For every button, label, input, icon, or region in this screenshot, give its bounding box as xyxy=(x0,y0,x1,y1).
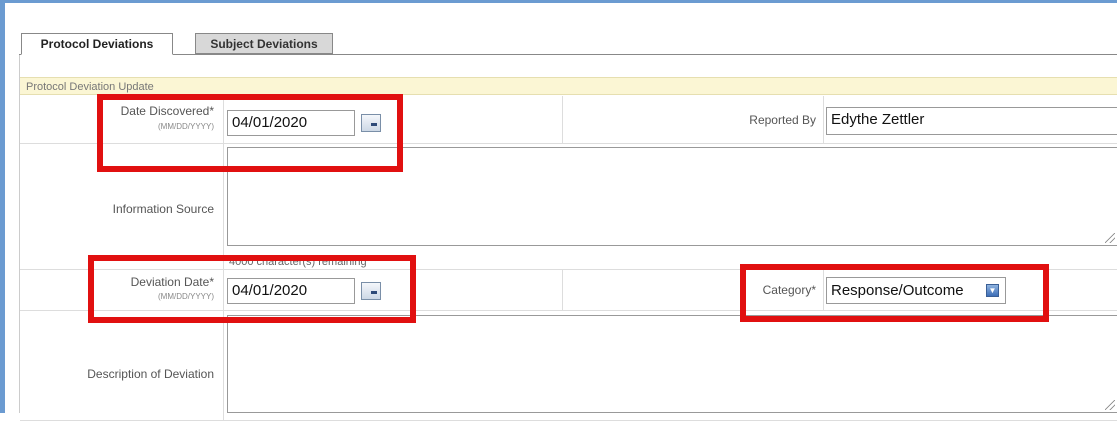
tab-protocol-deviations[interactable]: Protocol Deviations xyxy=(21,33,173,55)
highlight-box-deviation-date xyxy=(88,255,416,323)
divider xyxy=(562,96,563,143)
divider xyxy=(223,311,224,420)
window-frame-left xyxy=(0,0,5,413)
divider xyxy=(562,270,563,310)
information-source-label: Information Source xyxy=(112,202,214,216)
highlight-box-date-discovered xyxy=(97,94,403,172)
row-description: Description of Deviation xyxy=(20,311,1117,421)
reported-by-label: Reported By xyxy=(749,113,816,127)
divider xyxy=(823,96,824,143)
resize-grip-icon[interactable] xyxy=(1105,400,1115,410)
window-frame-top xyxy=(0,0,1117,3)
tab-subject-deviations[interactable]: Subject Deviations xyxy=(195,33,333,54)
reported-by-input[interactable]: Edythe Zettler xyxy=(826,107,1117,135)
highlight-box-category xyxy=(740,264,1049,322)
resize-grip-icon[interactable] xyxy=(1105,233,1115,243)
section-header: Protocol Deviation Update xyxy=(20,77,1117,95)
tab-bar: Protocol Deviations Subject Deviations xyxy=(19,30,1117,55)
description-textarea[interactable] xyxy=(227,315,1117,413)
description-label: Description of Deviation xyxy=(87,367,214,381)
